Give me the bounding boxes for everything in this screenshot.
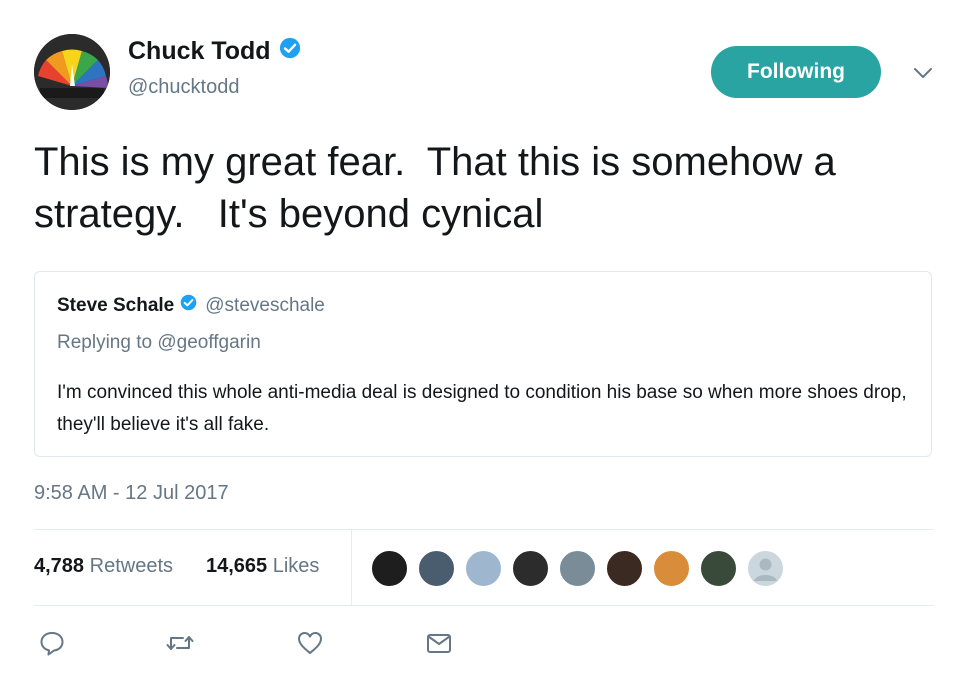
liker-avatars	[370, 549, 785, 588]
liker-avatar[interactable]	[558, 549, 597, 588]
quoted-author-row: Steve Schale @steveschale	[57, 294, 325, 317]
liker-avatar[interactable]	[417, 549, 456, 588]
quoted-author-name: Steve Schale	[57, 294, 175, 316]
liker-avatar[interactable]	[370, 549, 409, 588]
author-handle[interactable]: @chucktodd	[128, 76, 239, 99]
chevron-down-icon[interactable]	[908, 60, 938, 86]
reply-icon[interactable]	[37, 628, 69, 660]
retweets-count: 4,788	[34, 555, 85, 577]
replying-to: Replying to @geoffgarin	[57, 332, 261, 353]
quoted-tweet[interactable]: Steve Schale @steveschale Replying to @g…	[34, 271, 932, 457]
divider	[34, 605, 934, 606]
liker-avatar[interactable]	[699, 549, 738, 588]
author-avatar[interactable]	[34, 34, 110, 110]
retweet-icon[interactable]	[164, 628, 196, 660]
liker-avatar[interactable]	[511, 549, 550, 588]
liker-avatar[interactable]	[652, 549, 691, 588]
retweets-stat[interactable]: 4,788 Retweets	[34, 555, 173, 578]
verified-badge-icon	[180, 294, 197, 317]
likes-count: 14,665	[206, 555, 268, 577]
retweets-label: Retweets	[89, 555, 173, 577]
like-icon[interactable]	[295, 628, 327, 660]
following-button[interactable]: Following	[711, 46, 881, 98]
likes-stat[interactable]: 14,665 Likes	[206, 555, 319, 578]
verified-badge-icon	[279, 37, 301, 66]
quoted-tweet-text: I'm convinced this whole anti-media deal…	[57, 382, 907, 435]
tweet-text: This is my great fear. That this is some…	[34, 140, 847, 236]
likes-label: Likes	[272, 555, 320, 577]
liker-avatar[interactable]	[605, 549, 644, 588]
stats-separator	[351, 530, 352, 605]
author-name[interactable]: Chuck Todd	[128, 37, 271, 66]
direct-message-icon[interactable]	[424, 628, 456, 660]
liker-avatar[interactable]	[464, 549, 503, 588]
author-name-row: Chuck Todd	[128, 37, 301, 66]
quoted-author-handle: @steveschale	[205, 294, 325, 316]
tweet-timestamp[interactable]: 9:58 AM - 12 Jul 2017	[34, 482, 229, 505]
liker-avatar[interactable]	[746, 549, 785, 588]
divider	[34, 529, 934, 530]
